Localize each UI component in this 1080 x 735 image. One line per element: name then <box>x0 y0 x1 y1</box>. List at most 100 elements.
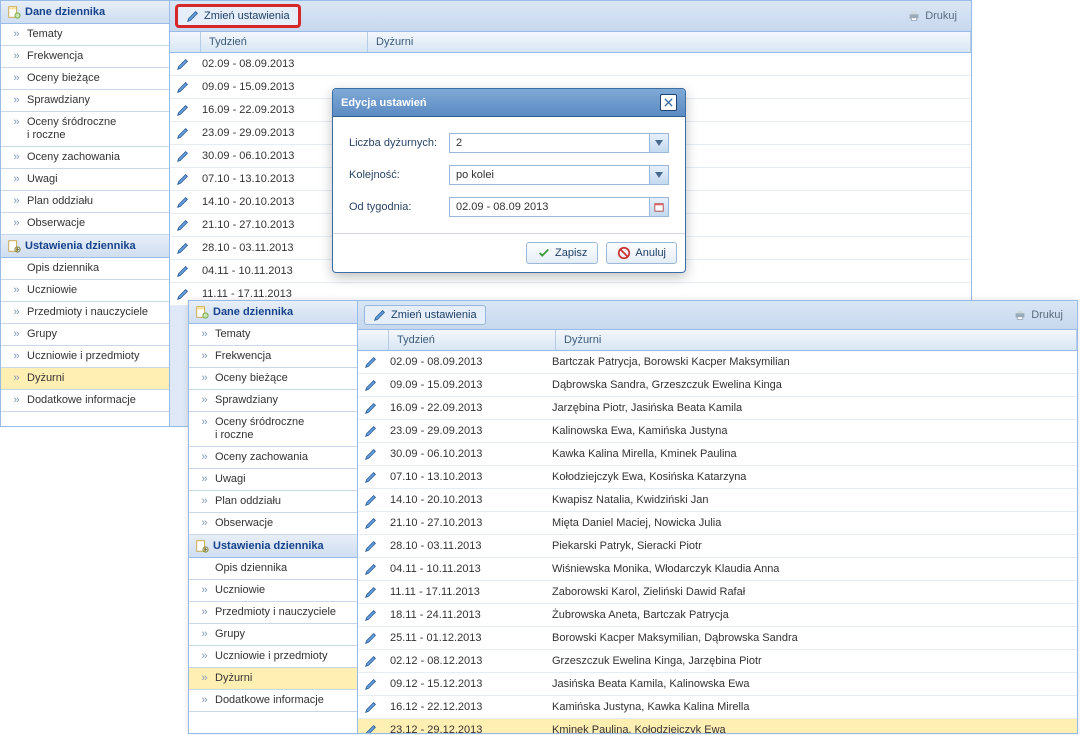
print-button-1[interactable]: Drukuj <box>899 7 965 25</box>
table-row[interactable]: 28.10 - 03.11.2013Piekarski Patryk, Sier… <box>358 535 1077 558</box>
sidebar-item[interactable]: ››Oceny bieżące <box>189 368 357 390</box>
sidebar-item[interactable]: ››Uczniowie <box>189 580 357 602</box>
table-row[interactable]: 02.12 - 08.12.2013Grzeszczuk Ewelina Kin… <box>358 650 1077 673</box>
table-row[interactable]: 04.11 - 10.11.2013Wiśniewska Monika, Wło… <box>358 558 1077 581</box>
sidebar-item[interactable]: ››Obserwacje <box>1 213 169 235</box>
dialog-close-button[interactable] <box>660 94 677 111</box>
save-button[interactable]: Zapisz <box>526 242 598 264</box>
col-dyzurni[interactable]: Dyżurni <box>556 330 1077 350</box>
change-settings-button-2[interactable]: Zmień ustawienia <box>364 305 486 325</box>
sidebar-item[interactable]: ››Dodatkowe informacje <box>189 690 357 712</box>
print-button-2[interactable]: Drukuj <box>1005 306 1071 324</box>
edit-row-button[interactable] <box>170 237 196 259</box>
edit-row-button[interactable] <box>358 489 384 511</box>
edit-row-button[interactable] <box>358 719 384 733</box>
edit-row-button[interactable] <box>170 145 196 167</box>
sidebar-item[interactable]: ››Tematy <box>1 24 169 46</box>
sidebar-item[interactable]: ››Oceny zachowania <box>1 147 169 169</box>
edit-row-button[interactable] <box>358 673 384 695</box>
change-settings-button-1[interactable]: Zmień ustawienia <box>176 5 300 27</box>
col-dyzurni[interactable]: Dyżurni <box>368 32 971 52</box>
edit-row-button[interactable] <box>170 99 196 121</box>
edit-row-button[interactable] <box>358 512 384 534</box>
sidebar-item[interactable]: ››Dodatkowe informacje <box>1 390 169 412</box>
sidebar-item[interactable]: ››Sprawdziany <box>189 390 357 412</box>
sidebar-item[interactable]: ››Przedmioty i nauczyciele <box>189 602 357 624</box>
kolejnosc-trigger[interactable] <box>649 165 669 185</box>
table-row[interactable]: 11.11 - 17.11.2013Zaborowski Karol, Ziel… <box>358 581 1077 604</box>
edit-row-button[interactable] <box>358 627 384 649</box>
edit-row-button[interactable] <box>358 535 384 557</box>
liczba-dyzurnych-trigger[interactable] <box>649 133 669 153</box>
sidebar-item[interactable]: ››Frekwencja <box>1 46 169 68</box>
edit-row-button[interactable] <box>358 374 384 396</box>
table-row[interactable]: 23.09 - 29.09.2013Kalinowska Ewa, Kamińs… <box>358 420 1077 443</box>
journal-settings-icon <box>195 539 209 553</box>
pencil-icon <box>176 80 190 94</box>
table-row[interactable]: 18.11 - 24.11.2013Żubrowska Aneta, Bartc… <box>358 604 1077 627</box>
sidebar-item[interactable]: ››Uczniowie i przedmioty <box>1 346 169 368</box>
col-tydzien[interactable]: Tydzień <box>389 330 556 350</box>
pencil-icon <box>176 149 190 163</box>
table-row[interactable]: 02.09 - 08.09.2013Bartczak Patrycja, Bor… <box>358 351 1077 374</box>
edit-row-button[interactable] <box>358 558 384 580</box>
edit-row-button[interactable] <box>358 420 384 442</box>
edit-row-button[interactable] <box>358 604 384 626</box>
sidebar-item[interactable]: ››Dyżurni <box>189 668 357 690</box>
toolbar-2: Zmień ustawienia Drukuj <box>358 301 1077 330</box>
edit-row-button[interactable] <box>170 53 196 75</box>
sidebar-item[interactable]: ››Przedmioty i nauczyciele <box>1 302 169 324</box>
edit-row-button[interactable] <box>358 351 384 373</box>
pencil-icon <box>364 539 378 553</box>
table-row[interactable]: 09.12 - 15.12.2013Jasińska Beata Kamila,… <box>358 673 1077 696</box>
table-row[interactable]: 07.10 - 13.10.2013Kołodziejczyk Ewa, Kos… <box>358 466 1077 489</box>
edit-row-button[interactable] <box>358 466 384 488</box>
edit-row-button[interactable] <box>170 76 196 98</box>
edit-row-button[interactable] <box>170 214 196 236</box>
edit-row-button[interactable] <box>358 397 384 419</box>
sidebar-item[interactable]: ››Plan oddziału <box>189 491 357 513</box>
edit-row-button[interactable] <box>170 260 196 282</box>
od-tygodnia-trigger[interactable] <box>649 197 669 217</box>
od-tygodnia-field[interactable] <box>449 197 649 217</box>
edit-row-button[interactable] <box>358 696 384 718</box>
table-row[interactable]: 14.10 - 20.10.2013Kwapisz Natalia, Kwidz… <box>358 489 1077 512</box>
sidebar-item[interactable]: ››Oceny śródrocznei roczne <box>189 412 357 447</box>
sidebar-item[interactable]: ››Grupy <box>1 324 169 346</box>
sidebar-item[interactable]: ››Oceny śródrocznei roczne <box>1 112 169 147</box>
grid-scroll-2[interactable]: 02.09 - 08.09.2013Bartczak Patrycja, Bor… <box>358 351 1077 733</box>
cancel-button[interactable]: Anuluj <box>606 242 677 264</box>
edit-row-button[interactable] <box>170 168 196 190</box>
sidebar-item[interactable]: ››Obserwacje <box>189 513 357 535</box>
sidebar-item[interactable]: ››Opis dziennika <box>1 258 169 280</box>
sidebar-item[interactable]: ››Sprawdziany <box>1 90 169 112</box>
sidebar-item[interactable]: ››Oceny bieżące <box>1 68 169 90</box>
sidebar-item[interactable]: ››Grupy <box>189 624 357 646</box>
table-row[interactable]: 21.10 - 27.10.2013Mięta Daniel Maciej, N… <box>358 512 1077 535</box>
sidebar-item[interactable]: ››Oceny zachowania <box>189 447 357 469</box>
edit-row-button[interactable] <box>170 122 196 144</box>
edit-row-button[interactable] <box>358 650 384 672</box>
sidebar-item[interactable]: ››Tematy <box>189 324 357 346</box>
table-row[interactable]: 16.12 - 22.12.2013Kamińska Justyna, Kawk… <box>358 696 1077 719</box>
sidebar-item[interactable]: ››Uczniowie <box>1 280 169 302</box>
table-row[interactable]: 23.12 - 29.12.2013Kminek Paulina, Kołodz… <box>358 719 1077 733</box>
sidebar-item[interactable]: ››Frekwencja <box>189 346 357 368</box>
table-row[interactable]: 30.09 - 06.10.2013Kawka Kalina Mirella, … <box>358 443 1077 466</box>
edit-row-button[interactable] <box>358 581 384 603</box>
edit-row-button[interactable] <box>170 191 196 213</box>
liczba-dyzurnych-field[interactable] <box>449 133 649 153</box>
table-row[interactable]: 16.09 - 22.09.2013Jarzębina Piotr, Jasiń… <box>358 397 1077 420</box>
sidebar-item[interactable]: ››Uczniowie i przedmioty <box>189 646 357 668</box>
table-row[interactable]: 25.11 - 01.12.2013Borowski Kacper Maksym… <box>358 627 1077 650</box>
sidebar-item[interactable]: ››Dyżurni <box>1 368 169 390</box>
table-row[interactable]: 09.09 - 15.09.2013Dąbrowska Sandra, Grze… <box>358 374 1077 397</box>
table-row[interactable]: 02.09 - 08.09.2013 <box>170 53 971 76</box>
col-tydzien[interactable]: Tydzień <box>201 32 368 52</box>
kolejnosc-field[interactable] <box>449 165 649 185</box>
edit-row-button[interactable] <box>358 443 384 465</box>
sidebar-item[interactable]: ››Plan oddziału <box>1 191 169 213</box>
sidebar-item[interactable]: ››Uwagi <box>189 469 357 491</box>
sidebar-item[interactable]: ››Opis dziennika <box>189 558 357 580</box>
sidebar-item[interactable]: ››Uwagi <box>1 169 169 191</box>
